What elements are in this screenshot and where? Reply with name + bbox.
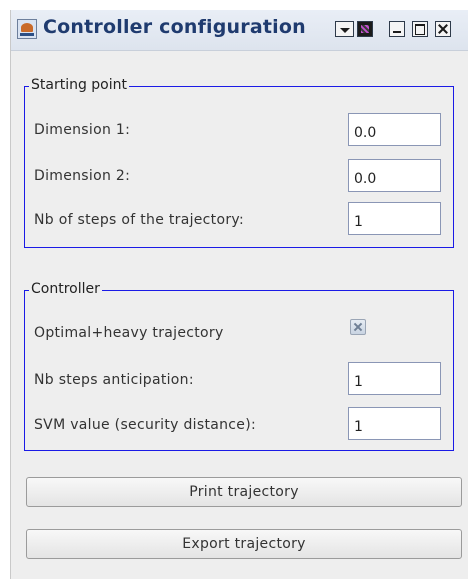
- close-icon[interactable]: [435, 21, 451, 37]
- anticipation-field[interactable]: [348, 362, 441, 395]
- export-trajectory-button[interactable]: Export trajectory: [26, 529, 462, 559]
- minimize-icon[interactable]: [389, 21, 405, 37]
- starting-point-title: Starting point: [29, 77, 130, 93]
- anticipation-label: Nb steps anticipation:: [34, 372, 194, 388]
- optimal-heavy-label: Optimal+heavy trajectory: [34, 325, 224, 341]
- svm-field[interactable]: [348, 407, 441, 440]
- print-trajectory-button[interactable]: Print trajectory: [26, 477, 462, 507]
- steps-field[interactable]: [348, 202, 441, 235]
- app-icon[interactable]: [17, 19, 37, 39]
- dimension1-label: Dimension 1:: [34, 122, 131, 138]
- dimension2-label: Dimension 2:: [34, 168, 131, 184]
- controller-title: Controller: [29, 281, 102, 297]
- window-title: Controller configuration: [43, 16, 306, 38]
- svm-label: SVM value (security distance):: [34, 417, 256, 433]
- maximize-icon[interactable]: [412, 21, 428, 37]
- steps-label: Nb of steps of the trajectory:: [34, 212, 244, 228]
- dimension1-field[interactable]: [348, 113, 441, 146]
- title-bar[interactable]: Controller configuration: [11, 10, 468, 51]
- window-menu-icon[interactable]: [335, 21, 354, 37]
- window-shade-icon[interactable]: [357, 21, 373, 37]
- dimension2-field[interactable]: [348, 159, 441, 192]
- optimal-heavy-checkbox[interactable]: [350, 319, 366, 335]
